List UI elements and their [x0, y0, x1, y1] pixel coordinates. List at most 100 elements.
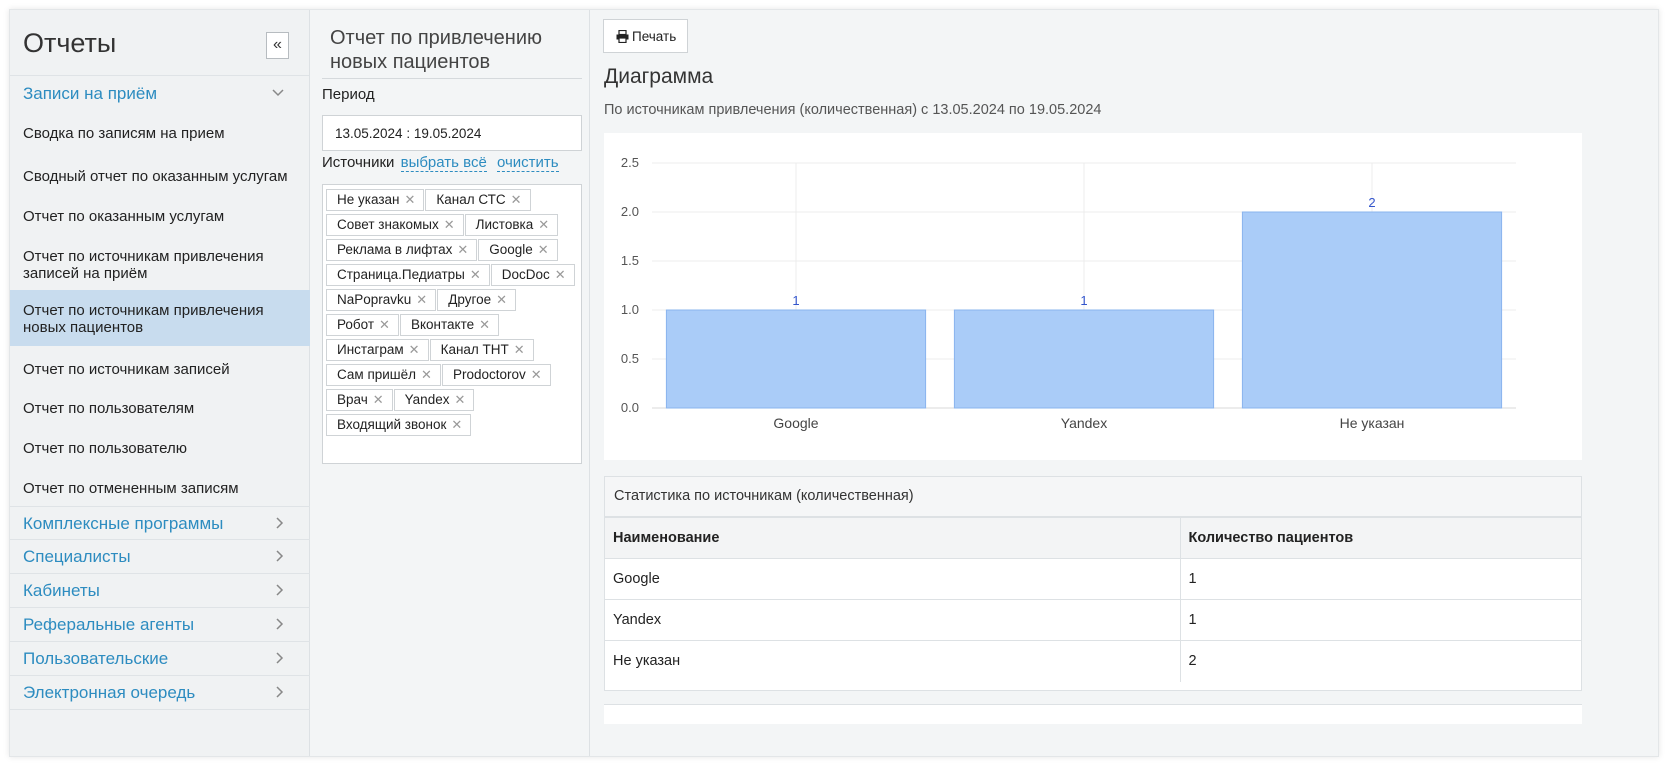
- sidebar-title: Отчеты: [23, 28, 117, 58]
- printer-icon: [616, 29, 629, 44]
- source-tag-label: Не указан: [337, 192, 400, 207]
- source-tag: NaPopravku ✕: [326, 289, 437, 311]
- chevron-right-icon: [276, 584, 284, 596]
- sources-tag-input[interactable]: Не указан ✕ Канал СТС ✕Совет знакомых ✕ Листо…: [322, 184, 582, 464]
- source-tag: Листовка ✕: [464, 214, 559, 236]
- sidebar-group[interactable]: Электронная очередь: [10, 676, 310, 710]
- source-tag: Google ✕: [478, 239, 558, 261]
- sidebar-groups: Комплексные программы Специалисты Кабинеты…: [10, 506, 310, 710]
- sidebar-group-label: Специалисты: [23, 547, 131, 566]
- source-tag-label: NaPopravku: [337, 292, 412, 307]
- source-tag-label: Google: [489, 242, 533, 257]
- period-label: Период: [322, 86, 375, 103]
- bar: [1241, 211, 1503, 409]
- remove-tag-icon[interactable]: ✕: [531, 367, 542, 382]
- source-tag: Yandex ✕: [393, 389, 475, 411]
- filter-panel: Отчет по привлечению новых пациентов Пер…: [310, 10, 590, 756]
- source-tag-label: Входящий звонок: [337, 417, 447, 432]
- sidebar-group[interactable]: Реферальные агенты: [10, 608, 310, 642]
- sidebar-item[interactable]: Сводный отчет по оказанным услугам: [10, 168, 310, 185]
- sidebar-group-label: Комплексные программы: [23, 514, 224, 533]
- y-tick-label: 1.0: [621, 302, 639, 317]
- sidebar-item[interactable]: Отчет по отмененным записям: [10, 480, 310, 497]
- cell-count: 1: [1180, 599, 1581, 641]
- sidebar-item[interactable]: Сводка по записям на прием: [10, 125, 310, 142]
- remove-tag-icon[interactable]: ✕: [404, 192, 415, 207]
- cell-count: 1: [1180, 558, 1581, 600]
- remove-tag-icon[interactable]: ✕: [457, 242, 468, 257]
- source-tag: Канал СТС ✕: [425, 189, 531, 211]
- table-row: Не указан 2: [605, 640, 1581, 682]
- sidebar-group-label: Электронная очередь: [23, 683, 196, 702]
- collapse-sidebar-button[interactable]: «: [266, 32, 289, 59]
- source-tag-label: Yandex: [404, 392, 450, 407]
- sidebar-group[interactable]: Комплексные программы: [10, 506, 310, 540]
- remove-tag-icon[interactable]: ✕: [470, 267, 481, 282]
- diagram-subtitle: По источникам привлечения (количественна…: [604, 102, 1102, 118]
- remove-tag-icon[interactable]: ✕: [538, 217, 549, 232]
- source-tag: Prodoctorov ✕: [441, 364, 551, 386]
- source-tag: Другое ✕: [437, 289, 517, 311]
- y-tick-label: 1.5: [621, 253, 639, 268]
- clear-link[interactable]: очистить: [496, 154, 559, 172]
- x-tick-label: Google: [773, 415, 818, 431]
- sidebar-item[interactable]: Отчет по источникам привлечения записей …: [10, 248, 310, 282]
- sidebar-group[interactable]: Кабинеты: [10, 574, 310, 608]
- sidebar-item[interactable]: Отчет по пользователям: [10, 400, 310, 417]
- sidebar-item[interactable]: Отчет по источникам записей: [10, 361, 310, 378]
- source-tag-label: Вконтакте: [410, 317, 475, 332]
- remove-tag-icon[interactable]: ✕: [514, 342, 525, 357]
- remove-tag-icon[interactable]: ✕: [416, 292, 427, 307]
- remove-tag-icon[interactable]: ✕: [421, 367, 432, 382]
- print-label: Печать: [632, 29, 677, 44]
- period-input[interactable]: 13.05.2024 : 19.05.2024: [322, 115, 582, 151]
- remove-tag-icon[interactable]: ✕: [479, 317, 490, 332]
- sidebar-group[interactable]: Специалисты: [10, 540, 310, 574]
- chevron-right-icon: [276, 686, 284, 698]
- source-tag: Страница.Педиатры ✕: [326, 264, 490, 286]
- remove-tag-icon[interactable]: ✕: [454, 392, 465, 407]
- remove-tag-icon[interactable]: ✕: [496, 292, 507, 307]
- remove-tag-icon[interactable]: ✕: [379, 317, 390, 332]
- source-tag: Реклама в лифтах ✕: [326, 239, 478, 261]
- source-tag-label: Канал СТС: [436, 192, 506, 207]
- remove-tag-icon[interactable]: ✕: [538, 242, 549, 257]
- column-header-count: Количество пациентов: [1180, 517, 1581, 559]
- stats-card: Статистика по источникам (количественная…: [604, 476, 1582, 691]
- sidebar: Отчеты « Записи на приём Сводка по запис…: [10, 10, 310, 756]
- print-button[interactable]: Печать: [603, 19, 688, 53]
- source-tag: DocDoc ✕: [490, 264, 575, 286]
- sidebar-group-label: Реферальные агенты: [23, 615, 195, 634]
- source-tag: Робот ✕: [326, 314, 399, 336]
- source-tag: Врач ✕: [326, 389, 393, 411]
- y-tick-label: 2.0: [621, 204, 639, 219]
- remove-tag-icon[interactable]: ✕: [555, 267, 566, 282]
- select-all-link[interactable]: выбрать всё: [400, 154, 487, 172]
- sidebar-item[interactable]: Отчет по оказанным услугам: [10, 208, 310, 225]
- remove-tag-icon[interactable]: ✕: [444, 217, 455, 232]
- bar: [953, 309, 1215, 409]
- remove-tag-icon[interactable]: ✕: [511, 192, 522, 207]
- main-content: Печать Диаграмма По источникам привлечен…: [590, 10, 1658, 756]
- sidebar-group-label: Пользовательские: [23, 649, 169, 668]
- source-tag: Инстаграм ✕: [326, 339, 429, 361]
- chevron-right-icon: [276, 618, 284, 630]
- app-frame: Отчеты « Записи на приём Сводка по запис…: [9, 9, 1659, 757]
- divider: [322, 78, 582, 79]
- sidebar-group-appointments[interactable]: Записи на приём: [10, 76, 309, 110]
- data-label: 2: [1368, 195, 1375, 210]
- sidebar-group-label: Записи на приём: [23, 84, 158, 103]
- source-tag-label: Другое: [448, 292, 492, 307]
- stats-title: Статистика по источникам (количественная…: [605, 477, 1581, 517]
- sidebar-item[interactable]: Отчет по пользователю: [10, 440, 310, 457]
- sidebar-item[interactable]: Отчет по источникам привлечения новых па…: [10, 290, 310, 346]
- sidebar-group[interactable]: Пользовательские: [10, 642, 310, 676]
- sidebar-header: Отчеты «: [10, 10, 309, 76]
- source-tag: Сам пришёл ✕: [326, 364, 441, 386]
- remove-tag-icon[interactable]: ✕: [409, 342, 420, 357]
- chevron-right-icon: [276, 517, 284, 529]
- sidebar-group-label: Кабинеты: [23, 581, 100, 600]
- sources-label-row: Источники выбрать всё очистить: [322, 154, 559, 172]
- remove-tag-icon[interactable]: ✕: [451, 417, 462, 432]
- remove-tag-icon[interactable]: ✕: [373, 392, 384, 407]
